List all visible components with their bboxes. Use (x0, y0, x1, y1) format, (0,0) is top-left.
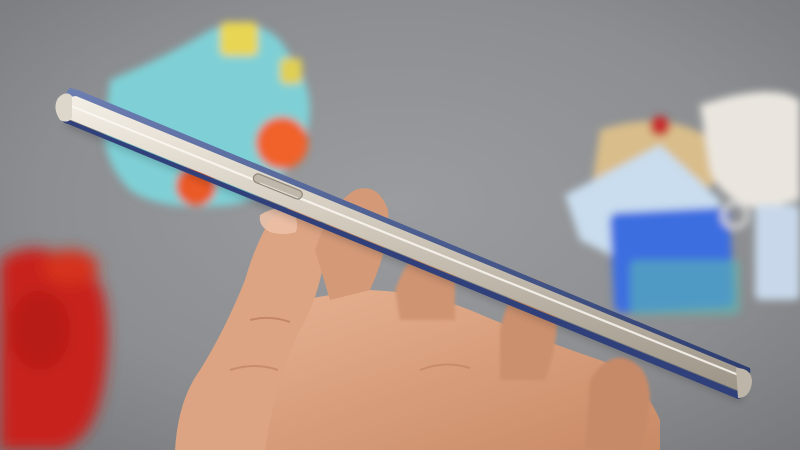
photo-scene (0, 0, 800, 450)
product-photo (0, 0, 800, 450)
red-yarn (0, 248, 108, 450)
